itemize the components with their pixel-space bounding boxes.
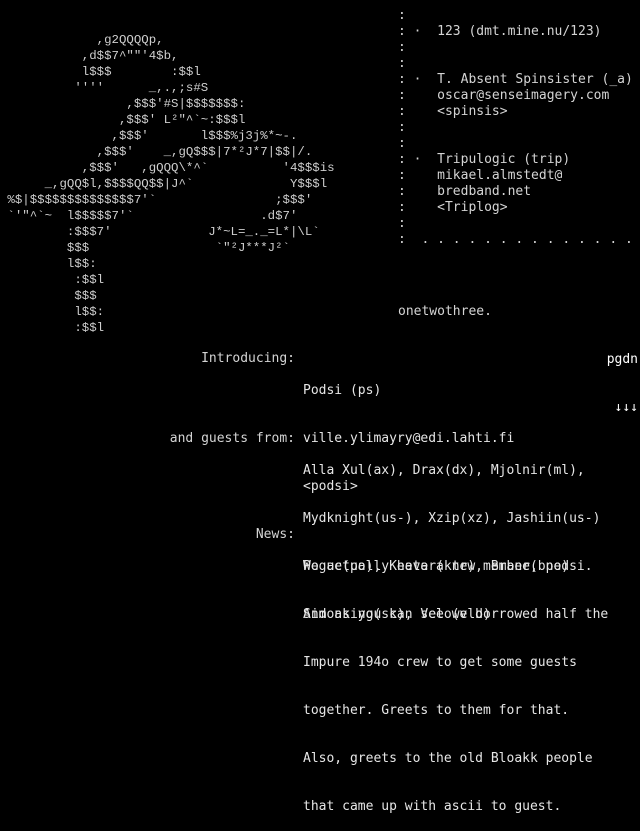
ascii-art-line: %$|$$$$$$$$$$$$$$7'` ;$$$' [0, 193, 313, 207]
ascii-art-line: '''' _,.,;s#S [0, 81, 209, 95]
ascii-art-line: :$$$7' J*~L=_._=L*|\L` [0, 225, 320, 239]
info-line: : . . . . . . . . . . . . . . . . [398, 232, 640, 247]
introducing-label: Introducing: [201, 351, 295, 366]
ascii-art-line: :$$l [0, 273, 105, 287]
ascii-art-line [0, 16, 335, 32]
info-line: : mikael.almstedt@ [398, 168, 563, 183]
ascii-art-line: :$$l [0, 321, 105, 335]
info-line: : <Triplog> [398, 200, 508, 215]
ascii-art-line: ,d$$7^""'4$b, [0, 49, 179, 63]
member-info-column: :: · 123 (dmt.mine.nu/123)::: · T. Absen… [398, 8, 640, 248]
ascii-art-line: _,gQQ$l,$$$$QQ$$|J^` Y$$$l [0, 177, 328, 191]
pgdn-label: pgdn [606, 352, 638, 367]
ascii-art-line: `'"^`~ l$$$$$7'` .d$7' [0, 209, 298, 223]
guests-line: Mydknight(us-), Xzip(xz), Jashiin(us-) [303, 511, 601, 526]
news-line: together. Greets to them for that. [303, 703, 570, 718]
group-logo-text: onetwothree. [398, 304, 492, 319]
ascii-art-line: ,$$$' l$$$%j3j%*~-. [0, 129, 298, 143]
ascii-art-line: ,$$$'#S|$$$$$$$: [0, 97, 246, 111]
separator-line: : [398, 216, 406, 231]
page-down-indicator[interactable]: pgdn ↓↓↓ [607, 320, 638, 432]
info-line: : · 123 (dmt.mine.nu/123) [398, 24, 602, 39]
ascii-art-line: $$$ `"²J***J²` [0, 241, 290, 255]
info-line: : · T. Absent Spinsister (_a) [398, 72, 633, 87]
news-line: We actually have a new member, podsi. [303, 559, 593, 574]
ascii-art-line [0, 0, 335, 16]
news-line: Also, greets to the old Bloakk people [303, 751, 593, 766]
separator-line: : [398, 120, 406, 135]
separator-line: : [398, 8, 406, 23]
separator-line: : [398, 136, 406, 151]
ascii-art-line: l$$: [0, 257, 97, 271]
ascii-art-line: ,$$$' ,gQQQ\*^` '4$$$is [0, 161, 335, 175]
news-text: We actually have a new member, podsi. An… [303, 527, 608, 831]
down-arrows-icon: ↓↓↓ [614, 400, 638, 415]
separator-line: : [398, 40, 406, 55]
ascii-art-line: l$$: [0, 305, 105, 319]
ascii-art-line: ,$$$' L²"^`~:$$$l [0, 113, 246, 127]
news-label: News: [255, 527, 295, 542]
ascii-art-line: $$$ [0, 289, 97, 303]
info-line: : oscar@senseimagery.com [398, 88, 610, 103]
ascii-art-logo: ,g2QQQQp, ,d$$7^""'4$b, l$$$ :$$l '''' _… [0, 0, 335, 336]
news-line: Impure 194o crew to get some guests [303, 655, 577, 670]
info-line: : · Tripulogic (trip) [398, 152, 571, 167]
guests-label: and guests from: [169, 431, 295, 446]
separator-line: : [398, 56, 406, 71]
info-line: : <spinsis> [398, 104, 508, 119]
ascii-art-line: ,g2QQQQp, [0, 33, 164, 47]
guests-line: Alla Xul(ax), Drax(dx), Mjolnir(ml), [303, 463, 585, 478]
ascii-art-line: ,$$$' _,gQ$$$|7*²J*7|$$|/. [0, 145, 313, 159]
ascii-art-line: l$$$ :$$l [0, 65, 201, 79]
info-line: : bredband.net [398, 184, 532, 199]
introducing-line: Podsi (ps) [303, 383, 382, 398]
news-line: that came up with ascii to guest. [303, 799, 562, 814]
news-line: And as you can see we borrowed half the [303, 607, 609, 622]
